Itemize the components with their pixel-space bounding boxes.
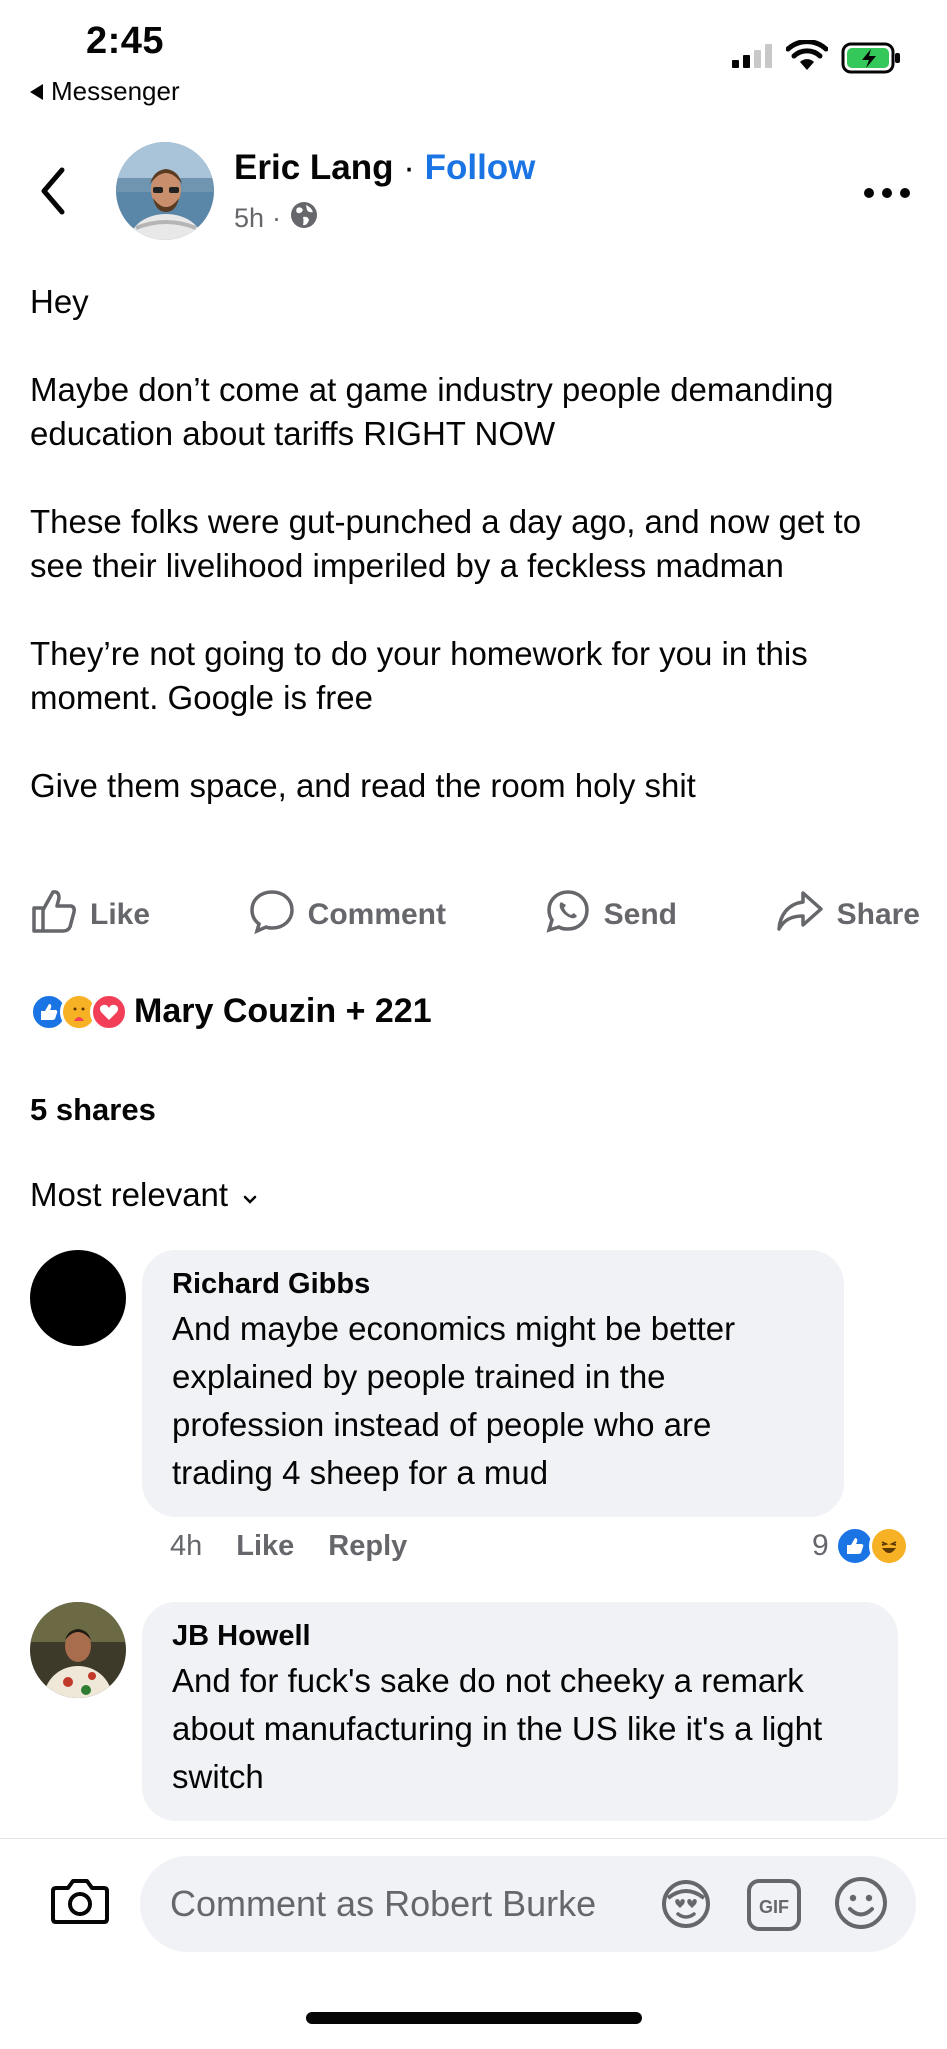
like-button[interactable]: Like xyxy=(30,888,150,942)
comment-bubble-icon xyxy=(248,888,296,942)
author-line: Eric Lang · Follow xyxy=(234,148,535,188)
comment-reply-button[interactable]: Reply xyxy=(328,1530,407,1563)
share-button[interactable]: Share xyxy=(775,888,920,942)
name-separator: · xyxy=(393,148,425,187)
chevron-down-icon xyxy=(242,1176,258,1214)
comment-button[interactable]: Comment xyxy=(248,888,446,942)
comment-reactions[interactable]: 9 xyxy=(812,1526,909,1566)
back-app-label: Messenger xyxy=(51,76,180,106)
commenter-name[interactable]: Richard Gibbs xyxy=(172,1268,814,1301)
gif-label: GIF xyxy=(759,1897,789,1917)
author-avatar[interactable] xyxy=(116,142,214,240)
comment-time[interactable]: 4h xyxy=(170,1530,202,1563)
comment-text: And for fuck's sake do not cheeky a rema… xyxy=(172,1662,823,1795)
cellular-signal-icon xyxy=(732,44,772,68)
reactions-summary[interactable]: Mary Couzin + 221 xyxy=(30,992,432,1031)
back-to-messenger[interactable]: Messenger xyxy=(30,76,180,107)
status-time: 2:45 xyxy=(86,20,165,62)
whatsapp-icon xyxy=(544,888,592,942)
thumbs-up-icon xyxy=(30,888,78,942)
post-paragraph: They’re not going to do your homework fo… xyxy=(30,635,808,716)
battery-charging-icon xyxy=(841,42,903,79)
back-triangle-icon xyxy=(30,83,43,100)
meta-separator: · xyxy=(272,203,282,233)
comment-like-button[interactable]: Like xyxy=(236,1530,294,1563)
post-age[interactable]: 5h xyxy=(234,203,264,234)
post-paragraph: Hey xyxy=(30,283,89,320)
comment-text: And maybe economics might be better expl… xyxy=(172,1310,736,1491)
like-label: Like xyxy=(90,898,151,931)
sort-label: Most relevant xyxy=(30,1176,229,1213)
send-button[interactable]: Send xyxy=(544,888,677,942)
love-reaction-icon xyxy=(90,992,128,1031)
commenter-name[interactable]: JB Howell xyxy=(172,1620,868,1653)
author-name[interactable]: Eric Lang xyxy=(234,148,393,187)
post-paragraph: These folks were gut-punched a day ago, … xyxy=(30,503,862,584)
post-paragraph: Give them space, and read the room holy … xyxy=(30,767,696,804)
comment-input-placeholder: Comment as Robert Burke xyxy=(170,1883,597,1924)
commenter-avatar[interactable] xyxy=(30,1250,126,1346)
reactions-text: Mary Couzin + 221 xyxy=(134,992,432,1030)
back-chevron-icon[interactable] xyxy=(38,166,68,221)
follow-button[interactable]: Follow xyxy=(425,148,536,187)
comment-label: Comment xyxy=(307,898,446,931)
gif-button[interactable]: GIF xyxy=(746,1878,802,1937)
comment-bubble: JB Howell And for fuck's sake do not che… xyxy=(142,1602,898,1821)
post-meta: 5h · xyxy=(234,200,319,237)
comment-reaction-count: 9 xyxy=(812,1529,829,1562)
commenter-avatar[interactable] xyxy=(30,1602,126,1698)
home-indicator[interactable] xyxy=(306,2012,642,2024)
comment-sort-dropdown[interactable]: Most relevant xyxy=(30,1176,258,1214)
camera-icon[interactable] xyxy=(50,1876,110,1931)
post-actions: Like Comment Send Share xyxy=(30,888,920,942)
shares-count[interactable]: 5 shares xyxy=(30,1092,156,1128)
emoji-icon[interactable] xyxy=(832,1874,890,1937)
send-label: Send xyxy=(603,898,677,931)
globe-icon xyxy=(289,200,319,237)
more-options-icon[interactable] xyxy=(864,188,910,198)
share-arrow-icon xyxy=(775,888,825,942)
share-label: Share xyxy=(836,898,920,931)
post-text: Hey Maybe don’t come at game industry pe… xyxy=(30,280,910,852)
wifi-icon xyxy=(785,39,829,77)
avatar-sticker-icon[interactable] xyxy=(658,1876,714,1937)
haha-reaction-icon xyxy=(868,1526,909,1566)
comment-bubble: Richard Gibbs And maybe economics might … xyxy=(142,1250,844,1517)
comment-meta: 4h Like Reply xyxy=(170,1530,407,1563)
post-paragraph: Maybe don’t come at game industry people… xyxy=(30,371,834,452)
